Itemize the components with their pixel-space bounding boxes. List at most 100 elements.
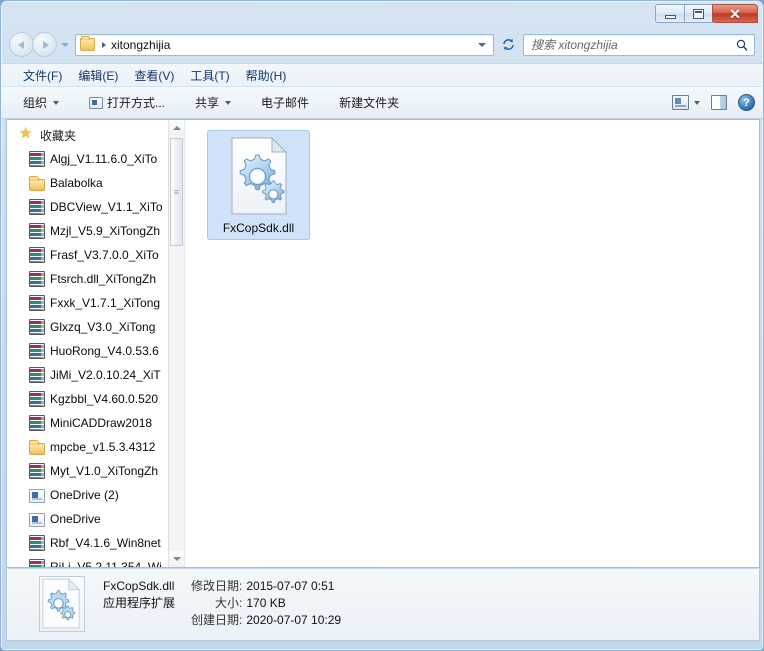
search-box[interactable]: 搜索 xitongzhijia [523,34,755,56]
details-row-created: 创建日期: 2020-07-07 10:29 [103,612,341,629]
maximize-button[interactable] [684,4,713,23]
sidebar-item-label: RiLi_V5.2.11.354_Wi [50,560,162,567]
menu-help[interactable]: 帮助(H) [238,65,295,86]
onedrive-icon [29,513,45,527]
view-layout-icon[interactable] [672,95,689,110]
refresh-button[interactable] [497,34,519,56]
title-bar[interactable]: ✕ [1,1,763,28]
file-list-pane[interactable]: FxCopSdk.dll [185,120,759,567]
details-text: FxCopSdk.dll 修改日期: 2015-07-07 0:51 应用程序扩… [103,576,341,629]
new-folder-label: 新建文件夹 [339,94,399,111]
details-created-value: 2020-07-07 10:29 [246,612,341,629]
sidebar-item[interactable]: Ftsrch.dll_XiTongZh [7,267,184,291]
archive-icon [29,271,45,287]
email-button[interactable]: 电子邮件 [253,90,317,115]
open-with-button[interactable]: 打开方式... [81,90,173,115]
sidebar-item[interactable]: Kgzbbl_V4.60.0.520 [7,387,184,411]
sidebar-item[interactable]: Rbf_V4.1.6_Win8net [7,531,184,555]
archive-icon [29,391,45,407]
scroll-up-arrow-icon [173,126,181,130]
scroll-up-button[interactable] [169,120,185,136]
archive-icon [29,295,45,311]
minimize-button[interactable] [655,4,684,23]
back-button[interactable] [9,32,34,57]
preview-pane-icon[interactable] [711,95,727,110]
sidebar-item[interactable]: Mzjl_V5.9_XiTongZh [7,219,184,243]
chevron-down-icon[interactable] [694,101,700,105]
archive-icon [29,463,45,479]
details-file-icon [39,576,85,632]
archive-icon [29,559,45,567]
new-folder-button[interactable]: 新建文件夹 [331,90,407,115]
archive-icon [29,415,45,431]
dll-gear-icon [228,137,290,215]
details-row-modified: FxCopSdk.dll 修改日期: 2015-07-07 0:51 [103,578,341,595]
sidebar-item[interactable]: OneDrive (2) [7,483,184,507]
details-row-size: 应用程序扩展 大小: 170 KB [103,595,341,612]
breadcrumb-path[interactable]: xitongzhijia [111,38,170,52]
details-file-name: FxCopSdk.dll [103,578,191,595]
chevron-down-icon [53,101,59,105]
details-size-label: 大小: [215,595,242,612]
command-bar-right: ? [672,94,755,111]
sidebar-item[interactable]: RiLi_V5.2.11.354_Wi [7,555,184,567]
chevron-down-icon [225,101,231,105]
address-dropdown-icon[interactable] [478,43,486,47]
folder-icon [29,179,45,191]
forward-button[interactable] [32,32,57,57]
sidebar-item-label: Fxxk_V1.7.1_XiTong [50,296,160,310]
sidebar-item[interactable]: JiMi_V2.0.10.24_XiT [7,363,184,387]
organize-button[interactable]: 组织 [15,90,67,115]
share-button[interactable]: 共享 [187,90,239,115]
navigation-buttons [9,32,71,57]
details-pane: FxCopSdk.dll 修改日期: 2015-07-07 0:51 应用程序扩… [6,569,760,641]
sidebar-item[interactable]: MiniCADDraw2018 [7,411,184,435]
breadcrumb-arrow-icon[interactable] [102,42,106,48]
sidebar-item-label: mpcbe_v1.5.3.4312 [50,440,155,454]
details-file-type: 应用程序扩展 [103,595,191,612]
sidebar-item[interactable]: Myt_V1.0_XiTongZh [7,459,184,483]
sidebar-item-label: Kgzbbl_V4.60.0.520 [50,392,158,406]
sidebar-item[interactable]: Glxzq_V3.0_XiTong [7,315,184,339]
search-input[interactable]: 搜索 xitongzhijia [531,36,618,53]
scroll-down-button[interactable] [169,551,185,567]
scrollbar-thumb[interactable] [170,138,183,246]
close-icon: ✕ [729,7,741,21]
sidebar-item[interactable]: DBCView_V1.1_XiTo [7,195,184,219]
command-bar: 组织 打开方式... 共享 电子邮件 新建文件夹 ? [1,87,763,119]
file-item-selected[interactable]: FxCopSdk.dll [207,130,310,240]
help-icon[interactable]: ? [738,94,755,111]
sidebar-item-label: OneDrive (2) [50,488,119,502]
details-created-label: 创建日期: [191,612,242,629]
menu-view[interactable]: 查看(V) [126,65,182,86]
open-with-label: 打开方式... [107,94,165,111]
menu-tools[interactable]: 工具(T) [182,65,237,86]
close-button[interactable]: ✕ [712,4,758,23]
menu-file[interactable]: 文件(F) [15,65,70,86]
sidebar-scrollbar[interactable] [168,120,184,567]
sidebar-item[interactable]: Balabolka [7,171,184,195]
sidebar-item[interactable]: mpcbe_v1.5.3.4312 [7,435,184,459]
sidebar-item[interactable]: OneDrive [7,507,184,531]
sidebar-item[interactable]: HuoRong_V4.0.53.6 [7,339,184,363]
archive-icon [29,367,45,383]
sidebar-header-favorites[interactable]: 收藏夹 [7,123,184,147]
sidebar-item-label: Algj_V1.11.6.0_XiTo [50,152,157,166]
folder-icon [29,443,45,455]
address-input[interactable]: xitongzhijia [75,34,494,56]
sidebar-item[interactable]: Algj_V1.11.6.0_XiTo [7,147,184,171]
menu-edit[interactable]: 编辑(E) [70,65,126,86]
sidebar-item-label: JiMi_V2.0.10.24_XiT [50,368,161,382]
sidebar-item[interactable]: Fxxk_V1.7.1_XiTong [7,291,184,315]
details-size-value: 170 KB [246,595,285,612]
recent-locations-button[interactable] [58,34,71,56]
archive-icon [29,151,45,167]
sidebar-item-label: Frasf_V3.7.0.0_XiTo [50,248,159,262]
sidebar-item-label: MiniCADDraw2018 [50,416,152,430]
archive-icon [29,535,45,551]
archive-icon [29,319,45,335]
search-icon[interactable] [736,39,748,51]
open-with-icon [89,97,103,109]
sidebar-item[interactable]: Frasf_V3.7.0.0_XiTo [7,243,184,267]
explorer-window: ✕ xitongzhijia 搜索 xi [0,0,764,651]
